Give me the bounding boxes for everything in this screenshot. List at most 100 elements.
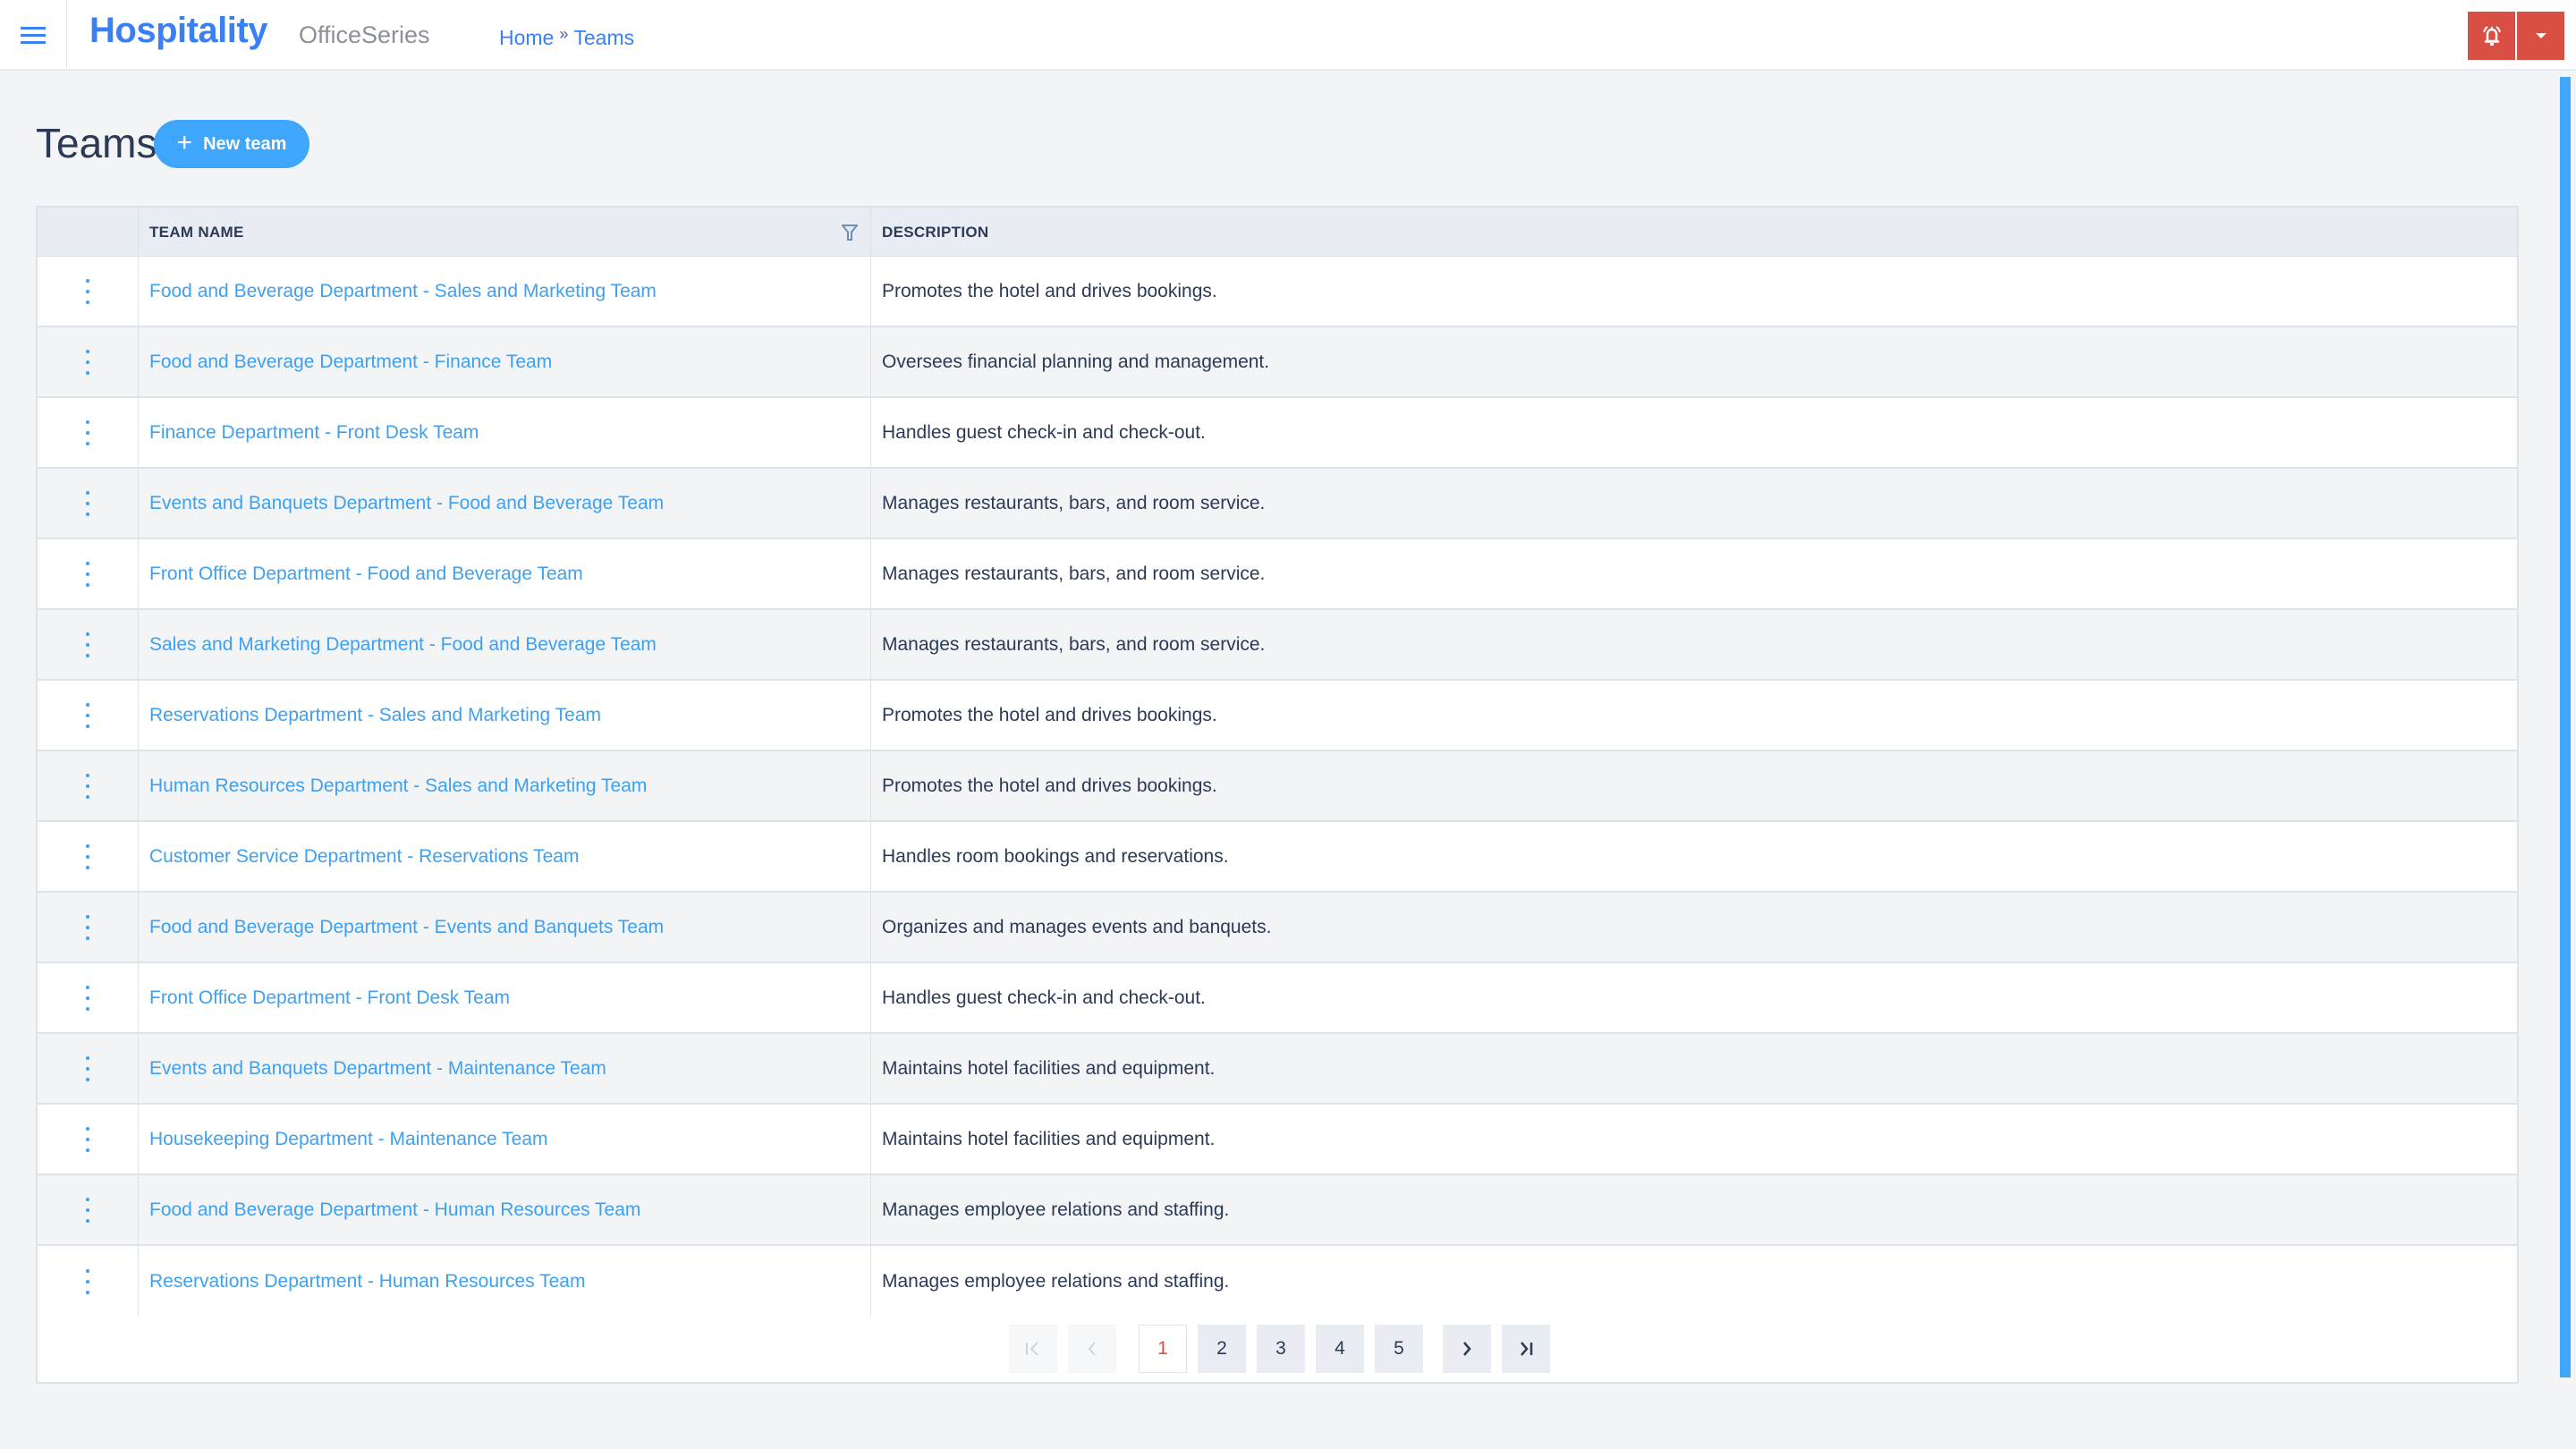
description-cell: Handles guest check-in and check-out. [882,987,1206,1008]
row-actions-cell [38,681,139,750]
row-actions-cell [38,893,139,962]
kebab-menu-icon[interactable] [83,773,92,799]
team-name-cell: Human Resources Department - Sales and M… [139,751,871,820]
bell-ring-icon [2482,26,2501,46]
team-name-cell: Events and Banquets Department - Food an… [139,469,871,538]
description-cell: Maintains hotel facilities and equipment… [882,1057,1216,1079]
kebab-menu-icon[interactable] [83,1197,92,1223]
row-actions-cell [38,610,139,679]
kebab-menu-icon[interactable] [83,1268,92,1294]
first-page-icon [1026,1342,1038,1356]
notifications-button[interactable] [2468,12,2515,60]
description-cell: Promotes the hotel and drives bookings. [882,775,1217,796]
column-header-team-name[interactable]: TEAM NAME [139,208,871,257]
table-row: Events and Banquets Department - Food an… [38,469,2517,539]
kebab-menu-icon[interactable] [83,419,92,445]
new-team-button[interactable]: + New team [154,120,309,168]
kebab-menu-icon[interactable] [83,1055,92,1081]
kebab-menu-icon[interactable] [83,490,92,516]
row-actions-cell [38,469,139,538]
table-row: Events and Banquets Department - Mainten… [38,1034,2517,1105]
team-name-link[interactable]: Food and Beverage Department - Finance T… [149,352,552,373]
team-name-link[interactable]: Events and Banquets Department - Food an… [149,493,664,514]
team-name-link[interactable]: Customer Service Department - Reservatio… [149,846,579,868]
page-button-4[interactable]: 4 [1316,1325,1364,1373]
kebab-menu-icon[interactable] [83,985,92,1011]
table-row: Food and Beverage Department - Human Res… [38,1175,2517,1246]
team-name-link[interactable]: Sales and Marketing Department - Food an… [149,634,657,656]
description-cell: Maintains hotel facilities and equipment… [882,1128,1216,1149]
team-name-cell: Events and Banquets Department - Mainten… [139,1034,871,1103]
page-button-3[interactable]: 3 [1257,1325,1305,1373]
table-header: TEAM NAME DESCRIPTION [38,208,2517,257]
team-name-link[interactable]: Reservations Department - Human Resource… [149,1271,585,1292]
page-title: Teams [36,120,157,166]
team-name-link[interactable]: Food and Beverage Department - Human Res… [149,1199,640,1221]
app-brand[interactable]: Hospitality [89,11,267,51]
team-name-cell: Reservations Department - Sales and Mark… [139,681,871,750]
team-name-link[interactable]: Housekeeping Department - Maintenance Te… [149,1129,548,1150]
row-actions-cell [38,327,139,396]
row-actions-cell [38,1175,139,1244]
page-button-1[interactable]: 1 [1139,1325,1187,1373]
breadcrumb-teams[interactable]: Teams [573,26,634,50]
team-name-link[interactable]: Reservations Department - Sales and Mark… [149,705,601,726]
page-scrollbar[interactable] [2560,77,2571,1377]
table-row: Housekeeping Department - Maintenance Te… [38,1105,2517,1175]
column-header-actions [38,208,139,257]
row-actions-cell [38,1034,139,1103]
team-name-cell: Sales and Marketing Department - Food an… [139,610,871,679]
kebab-menu-icon[interactable] [83,561,92,587]
description-cell: Manages employee relations and staffing. [882,1270,1230,1292]
user-dropdown-button[interactable] [2517,12,2564,60]
team-name-cell: Front Office Department - Front Desk Tea… [139,963,871,1032]
first-page-button[interactable] [1009,1325,1057,1373]
table-row: Sales and Marketing Department - Food an… [38,610,2517,681]
menu-toggle-button[interactable] [0,0,67,70]
kebab-menu-icon[interactable] [83,631,92,657]
chevron-left-icon [1088,1342,1096,1356]
table-row: Finance Department - Front Desk Team Hand… [38,398,2517,469]
team-name-link[interactable]: Front Office Department - Food and Bever… [149,564,583,585]
table-row: Food and Beverage Department - Sales and… [38,257,2517,327]
kebab-menu-icon[interactable] [83,702,92,728]
breadcrumb-home[interactable]: Home [499,26,554,50]
team-name-link[interactable]: Food and Beverage Department - Events an… [149,917,664,938]
team-name-cell: Food and Beverage Department - Human Res… [139,1175,871,1244]
team-name-link[interactable]: Food and Beverage Department - Sales and… [149,281,657,302]
kebab-menu-icon[interactable] [83,914,92,940]
notification-group [2468,12,2564,60]
kebab-menu-icon[interactable] [83,349,92,375]
description-cell: Manages restaurants, bars, and room serv… [882,563,1266,584]
hamburger-icon [21,26,46,44]
description-cell: Oversees financial planning and manageme… [882,351,1270,372]
description-cell: Manages restaurants, bars, and room serv… [882,492,1266,513]
teams-table: TEAM NAME DESCRIPTION Food and Beverage … [38,208,2517,1317]
next-page-button[interactable] [1443,1325,1491,1373]
table-row: Food and Beverage Department - Events an… [38,893,2517,963]
page-button-2[interactable]: 2 [1198,1325,1246,1373]
page-button-5[interactable]: 5 [1375,1325,1423,1373]
team-name-link[interactable]: Finance Department - Front Desk Team [149,422,479,444]
column-header-description: DESCRIPTION [882,223,989,241]
new-team-label: New team [203,133,287,154]
team-name-cell: Food and Beverage Department - Events an… [139,893,871,962]
breadcrumb: Home » Teams [499,25,634,50]
team-name-link[interactable]: Front Office Department - Front Desk Tea… [149,987,510,1009]
description-cell: Manages restaurants, bars, and room serv… [882,633,1266,655]
team-name-link[interactable]: Events and Banquets Department - Mainten… [149,1058,606,1080]
kebab-menu-icon[interactable] [83,843,92,869]
chevron-right-icon [1463,1342,1471,1356]
description-cell: Handles room bookings and reservations. [882,845,1229,867]
table-row: Front Office Department - Front Desk Tea… [38,963,2517,1034]
team-name-link[interactable]: Human Resources Department - Sales and M… [149,775,647,797]
row-actions-cell [38,539,139,608]
last-page-button[interactable] [1502,1325,1550,1373]
caret-down-icon [2535,33,2546,38]
kebab-menu-icon[interactable] [83,1126,92,1152]
previous-page-button[interactable] [1068,1325,1116,1373]
breadcrumb-separator: » [559,25,569,43]
kebab-menu-icon[interactable] [83,278,92,304]
table-body: Food and Beverage Department - Sales and… [38,257,2517,1317]
filter-icon[interactable] [842,224,858,242]
